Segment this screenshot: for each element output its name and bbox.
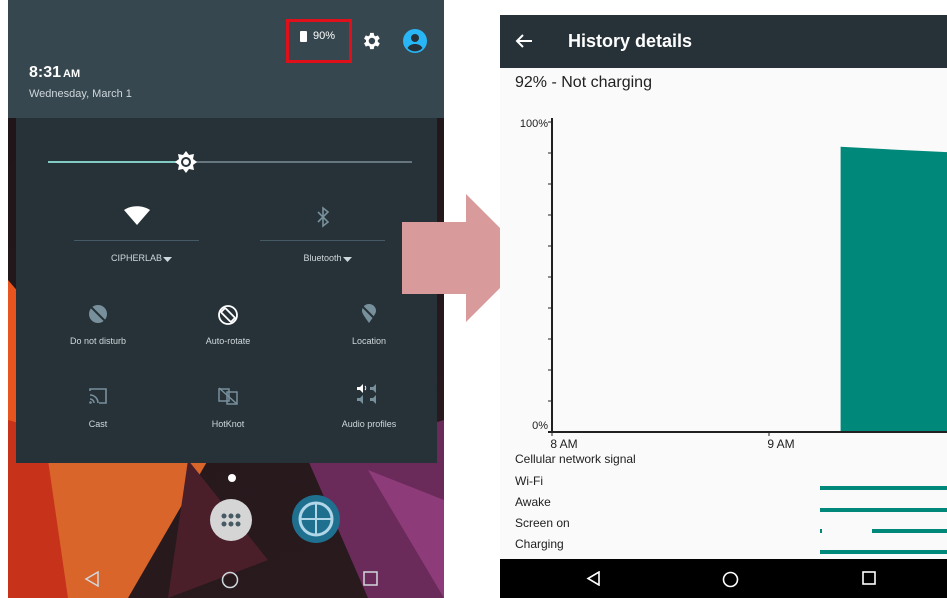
wifi-bar bbox=[820, 486, 947, 490]
quick-settings-screen: 90% 8:31AM Wednesday, March 1 CIPHERLAB bbox=[8, 0, 444, 598]
clock: 8:31 AM bbox=[29, 64, 80, 82]
audio-profiles-label: Audio profiles bbox=[341, 419, 397, 429]
recents-icon[interactable] bbox=[363, 571, 378, 586]
hotknot-label: HotKnot bbox=[211, 419, 245, 429]
x-tick-label: 9 AM bbox=[767, 437, 794, 451]
screen-on-bar bbox=[872, 529, 947, 533]
audio-profiles-tile[interactable]: Audio profiles bbox=[319, 383, 419, 429]
back-icon[interactable] bbox=[586, 571, 601, 586]
clock-ampm: AM bbox=[63, 68, 81, 80]
home-icon[interactable] bbox=[221, 571, 239, 589]
wifi-dropdown[interactable]: CIPHERLAB bbox=[74, 253, 199, 263]
back-arrow-icon[interactable] bbox=[514, 31, 534, 51]
dnd-icon bbox=[89, 305, 107, 323]
chevron-down-icon[interactable] bbox=[343, 257, 352, 263]
x-tick-label: 8 AM bbox=[550, 437, 577, 451]
back-icon[interactable] bbox=[84, 571, 100, 587]
navigation-bar bbox=[8, 563, 444, 598]
cast-tile[interactable]: Cast bbox=[48, 387, 148, 429]
activity-bars bbox=[820, 486, 947, 554]
charging-bar bbox=[820, 550, 947, 554]
awake-bar bbox=[820, 508, 947, 512]
account-icon[interactable] bbox=[403, 29, 427, 53]
dnd-label: Do not disturb bbox=[69, 336, 127, 346]
highlight-box bbox=[286, 19, 352, 63]
cast-icon bbox=[89, 388, 107, 404]
location-icon bbox=[361, 304, 377, 323]
hotknot-tile[interactable]: HotKnot bbox=[178, 387, 278, 429]
app-bar: History details bbox=[500, 15, 947, 68]
clock-time: 8:31 bbox=[29, 64, 62, 81]
battery-area-series bbox=[840, 146, 947, 432]
cast-label: Cast bbox=[88, 419, 108, 429]
battery-chart: 100% 0%8 AM 9 AM bbox=[520, 118, 947, 451]
gear-icon[interactable] bbox=[360, 30, 382, 52]
brightness-slider[interactable] bbox=[48, 161, 412, 163]
audio-profiles-icon bbox=[357, 384, 376, 404]
divider bbox=[74, 240, 199, 241]
bluetooth-tile[interactable] bbox=[260, 206, 385, 228]
bluetooth-dropdown[interactable]: Bluetooth bbox=[260, 253, 385, 263]
location-label: Location bbox=[351, 336, 387, 346]
y-tick-label: 100% bbox=[520, 118, 548, 130]
autorotate-label: Auto-rotate bbox=[205, 336, 251, 346]
chevron-down-icon[interactable] bbox=[163, 257, 172, 263]
battery-history-screen: History details 92% - Not charging 100% 0… bbox=[500, 15, 947, 598]
home-icon[interactable] bbox=[722, 571, 739, 588]
wifi-label: CIPHERLAB bbox=[110, 253, 163, 263]
autorotate-tile[interactable]: Auto-rotate bbox=[178, 304, 278, 346]
y-tick-label: 0% bbox=[532, 420, 548, 432]
page-indicator bbox=[228, 474, 236, 482]
recents-icon[interactable] bbox=[862, 571, 876, 585]
divider bbox=[260, 240, 385, 241]
wifi-icon bbox=[123, 206, 150, 225]
bluetooth-icon bbox=[316, 206, 329, 228]
date-label: Wednesday, March 1 bbox=[29, 88, 132, 100]
brightness-fill bbox=[48, 161, 187, 163]
brightness-icon[interactable] bbox=[174, 150, 198, 174]
battery-status: 92% - Not charging bbox=[515, 74, 652, 91]
quick-settings-header bbox=[8, 0, 444, 118]
autorotate-icon bbox=[218, 305, 238, 325]
bluetooth-label: Bluetooth bbox=[303, 253, 342, 263]
wifi-tile[interactable] bbox=[74, 206, 199, 226]
screen-on-bar bbox=[820, 529, 822, 533]
navigation-bar bbox=[500, 559, 947, 598]
dnd-tile[interactable]: Do not disturb bbox=[48, 304, 148, 346]
apps-icon[interactable] bbox=[209, 498, 253, 542]
hotknot-icon bbox=[218, 387, 238, 405]
page-title: History details bbox=[568, 31, 693, 51]
globe-icon[interactable] bbox=[291, 494, 341, 544]
